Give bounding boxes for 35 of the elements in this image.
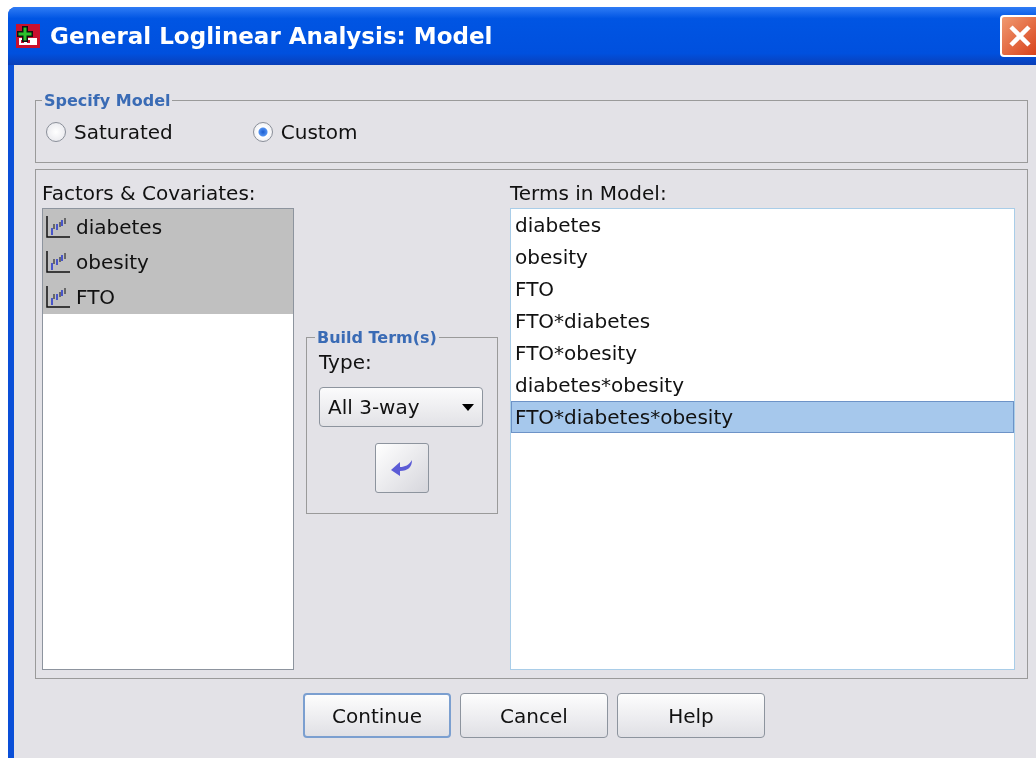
- caret-icon: [462, 403, 474, 411]
- type-label: Type:: [319, 349, 372, 376]
- group-title: Build Term(s): [316, 328, 438, 347]
- move-button[interactable]: [375, 443, 429, 493]
- scale-icon: [46, 215, 70, 238]
- factors-list[interactable]: diabetes obesity FTO: [42, 208, 294, 670]
- list-item[interactable]: FTO*obesity: [511, 337, 1014, 369]
- close-icon: [1007, 23, 1033, 49]
- terms-list[interactable]: diabetes obesity FTO FTO*diabetes FTO*obesity diabetes*obesity FTO*diabetes*obesity: [510, 208, 1015, 670]
- list-label: Terms in Model:: [510, 180, 668, 207]
- dialog-button[interactable]: Cancel: [460, 693, 608, 738]
- dialog-button[interactable]: Continue: [303, 693, 451, 738]
- list-item[interactable]: diabetes: [511, 209, 1014, 241]
- radio-button[interactable]: [252, 122, 273, 142]
- radio-button[interactable]: [46, 122, 66, 142]
- left-arrow-icon: [391, 459, 413, 477]
- radio-label[interactable]: Saturated: [74, 120, 173, 144]
- dialog-button[interactable]: Help: [617, 693, 765, 738]
- list-item[interactable]: obesity: [43, 244, 293, 279]
- list-item[interactable]: FTO: [43, 279, 293, 314]
- list-item[interactable]: FTO*diabetes*obesity: [511, 401, 1014, 433]
- app-icon: [16, 24, 40, 48]
- list-item[interactable]: FTO: [511, 273, 1014, 305]
- window-title: General Loglinear Analysis: Model: [50, 23, 494, 49]
- list-item[interactable]: FTO*diabetes: [511, 305, 1014, 337]
- list-item[interactable]: diabetes: [43, 209, 293, 244]
- scale-icon: [46, 250, 70, 273]
- scale-icon: [46, 285, 70, 308]
- list-item[interactable]: diabetes*obesity: [511, 369, 1014, 401]
- radio-label[interactable]: Custom: [280, 120, 358, 144]
- close-button[interactable]: [1000, 15, 1036, 57]
- list-item[interactable]: obesity: [511, 241, 1014, 273]
- list-label: Factors & Covariates:: [42, 180, 257, 207]
- group-title: Specify Model: [43, 91, 172, 110]
- type-dropdown[interactable]: All 3-way: [319, 387, 483, 427]
